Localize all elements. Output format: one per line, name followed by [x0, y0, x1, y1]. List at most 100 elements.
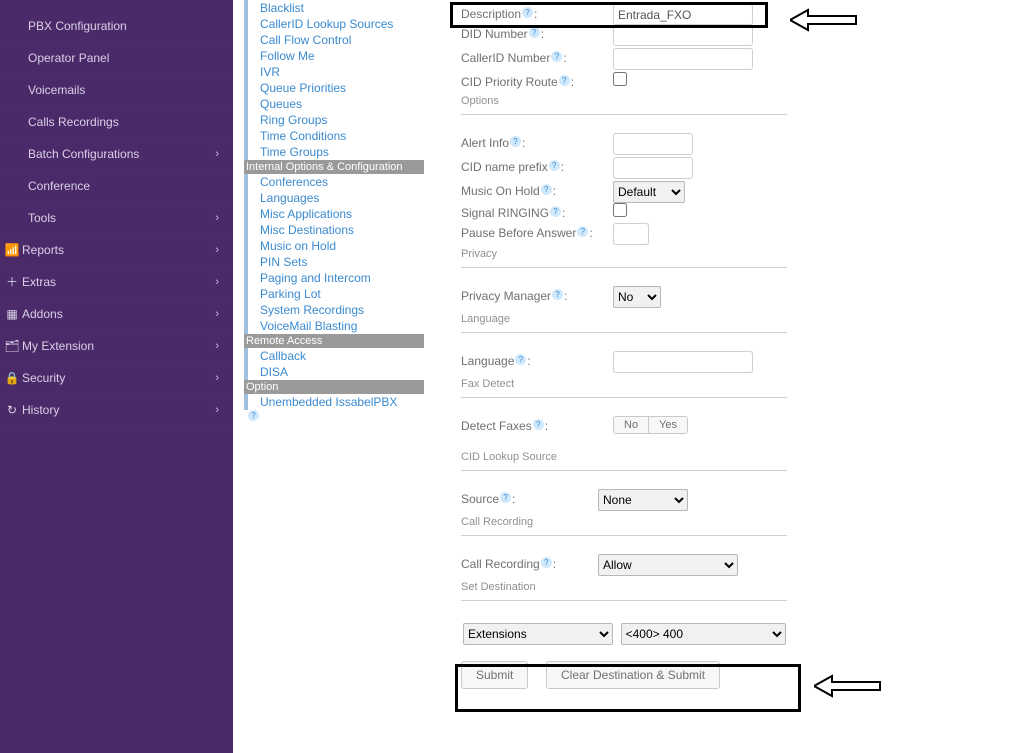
help-icon[interactable]: ?	[248, 410, 259, 421]
menu-queue-priorities[interactable]: Queue Priorities	[244, 80, 424, 96]
set-destination-section: Set Destination	[450, 578, 1010, 596]
pause-before-answer-input[interactable]	[613, 223, 649, 245]
call-recording-section: Call Recording	[450, 513, 1010, 531]
menu-unembedded-issabelpbx[interactable]: Unembedded IssabelPBX	[244, 394, 424, 410]
cid-lookup-source-section: CID Lookup Source	[450, 448, 1010, 466]
destination-value-select[interactable]: <400> 400	[621, 623, 786, 645]
did-number-label: DID Number?:	[461, 27, 544, 41]
sidebar-item-tools[interactable]: Tools›	[0, 202, 233, 234]
menu-misc-destinations[interactable]: Misc Destinations	[244, 222, 424, 238]
help-icon[interactable]: ?	[549, 160, 560, 171]
cid-priority-route-checkbox[interactable]	[613, 72, 627, 86]
menu-paging-intercom[interactable]: Paging and Intercom	[244, 270, 424, 286]
callerid-number-input[interactable]	[613, 48, 753, 70]
annotation-arrow-bottom	[814, 672, 884, 700]
alert-info-input[interactable]	[613, 133, 693, 155]
music-on-hold-select[interactable]: Default	[613, 181, 685, 203]
sidebar-item-security[interactable]: 🔒Security›	[0, 362, 233, 394]
chevron-right-icon: ›	[215, 298, 219, 330]
sidebar-item-history[interactable]: ↻History›	[0, 394, 233, 426]
sidebar-item-calls-recordings[interactable]: Calls Recordings	[0, 106, 233, 138]
menu-languages[interactable]: Languages	[244, 190, 424, 206]
help-icon[interactable]: ?	[541, 557, 552, 568]
help-icon[interactable]: ?	[550, 206, 561, 217]
destination-type-select[interactable]: Extensions	[463, 623, 613, 645]
help-icon[interactable]: ?	[533, 419, 544, 430]
help-icon[interactable]: ?	[559, 75, 570, 86]
detect-faxes-yes[interactable]: Yes	[648, 417, 687, 433]
divider	[461, 332, 787, 333]
chevron-right-icon: ›	[215, 362, 219, 394]
menu-time-groups[interactable]: Time Groups	[244, 144, 424, 160]
menu-ivr[interactable]: IVR	[244, 64, 424, 80]
menu-system-recordings[interactable]: System Recordings	[244, 302, 424, 318]
call-recording-select[interactable]: Allow	[598, 554, 738, 576]
menu-callerid-lookup-sources[interactable]: CallerID Lookup Sources	[244, 16, 424, 32]
detect-faxes-no[interactable]: No	[614, 417, 648, 433]
help-icon[interactable]: ?	[551, 51, 562, 62]
sidebar-item-reports[interactable]: 📶Reports›	[0, 234, 233, 266]
inbound-route-form: Description?: DID Number?: CallerID Numb…	[450, 0, 1010, 695]
menu-header-remote-access: Remote Access	[244, 334, 424, 348]
help-icon[interactable]: ?	[515, 354, 526, 365]
divider	[461, 600, 787, 601]
help-icon[interactable]: ?	[529, 27, 540, 38]
help-icon[interactable]: ?	[510, 136, 521, 147]
divider	[461, 114, 787, 115]
sidebar-item-extras[interactable]: ＋Extras›	[0, 266, 233, 298]
detect-faxes-toggle[interactable]: No Yes	[613, 416, 688, 434]
menu-parking-lot[interactable]: Parking Lot	[244, 286, 424, 302]
help-icon[interactable]: ?	[577, 226, 588, 237]
menu-ring-groups[interactable]: Ring Groups	[244, 112, 424, 128]
sidebar-item-operator-panel[interactable]: Operator Panel	[0, 42, 233, 74]
sidebar-item-pbx-configuration[interactable]: PBX Configuration	[0, 10, 233, 42]
menu-queues[interactable]: Queues	[244, 96, 424, 112]
annotation-arrow-top	[790, 6, 860, 34]
privacy-manager-select[interactable]: No	[613, 286, 661, 308]
chevron-right-icon: ›	[215, 394, 219, 426]
language-label: Language?:	[461, 354, 531, 368]
menu-music-on-hold[interactable]: Music on Hold	[244, 238, 424, 254]
fax-detect-section: Fax Detect	[450, 375, 1010, 393]
language-input[interactable]	[613, 351, 753, 373]
sidebar-item-batch-configurations[interactable]: Batch Configurations›	[0, 138, 233, 170]
privacy-manager-label: Privacy Manager?:	[461, 289, 567, 303]
menu-conferences[interactable]: Conferences	[244, 174, 424, 190]
source-select[interactable]: None	[598, 489, 688, 511]
menu-call-flow-control[interactable]: Call Flow Control	[244, 32, 424, 48]
menu-pin-sets[interactable]: PIN Sets	[244, 254, 424, 270]
menu-time-conditions[interactable]: Time Conditions	[244, 128, 424, 144]
chevron-right-icon: ›	[215, 202, 219, 234]
menu-callback[interactable]: Callback	[244, 348, 424, 364]
menu-follow-me[interactable]: Follow Me	[244, 48, 424, 64]
music-on-hold-label: Music On Hold?:	[461, 184, 556, 198]
privacy-section: Privacy	[450, 245, 1010, 263]
signal-ringing-checkbox[interactable]	[613, 203, 627, 217]
source-label: Source?:	[461, 492, 515, 506]
history-icon: ↻	[4, 394, 20, 426]
sidebar-item-my-extension[interactable]: 🗂My Extension›	[0, 330, 233, 362]
sidebar-item-conference[interactable]: Conference	[0, 170, 233, 202]
sidebar-item-addons[interactable]: ▦Addons›	[0, 298, 233, 330]
help-icon[interactable]: ?	[500, 492, 511, 503]
call-recording-label: Call Recording?:	[461, 557, 556, 571]
help-icon[interactable]: ?	[552, 289, 563, 300]
detect-faxes-label: Detect Faxes?:	[461, 419, 548, 433]
menu-voicemail-blasting[interactable]: VoiceMail Blasting	[244, 318, 424, 334]
divider	[461, 535, 787, 536]
menu-blacklist[interactable]: Blacklist	[244, 0, 424, 16]
cid-name-prefix-input[interactable]	[613, 157, 693, 179]
pbx-menu: Blacklist CallerID Lookup Sources Call F…	[244, 0, 424, 425]
menu-header-internal-options: Internal Options & Configuration	[244, 160, 424, 174]
chevron-right-icon: ›	[215, 266, 219, 298]
cid-name-prefix-label: CID name prefix?:	[461, 160, 564, 174]
chevron-right-icon: ›	[215, 330, 219, 362]
divider	[461, 470, 787, 471]
blocks-icon: ▦	[4, 298, 20, 330]
menu-disa[interactable]: DISA	[244, 364, 424, 380]
help-icon[interactable]: ?	[541, 184, 552, 195]
alert-info-label: Alert Info?:	[461, 136, 525, 150]
menu-misc-applications[interactable]: Misc Applications	[244, 206, 424, 222]
bar-chart-icon: 📶	[4, 234, 20, 266]
sidebar-item-voicemails[interactable]: Voicemails	[0, 74, 233, 106]
